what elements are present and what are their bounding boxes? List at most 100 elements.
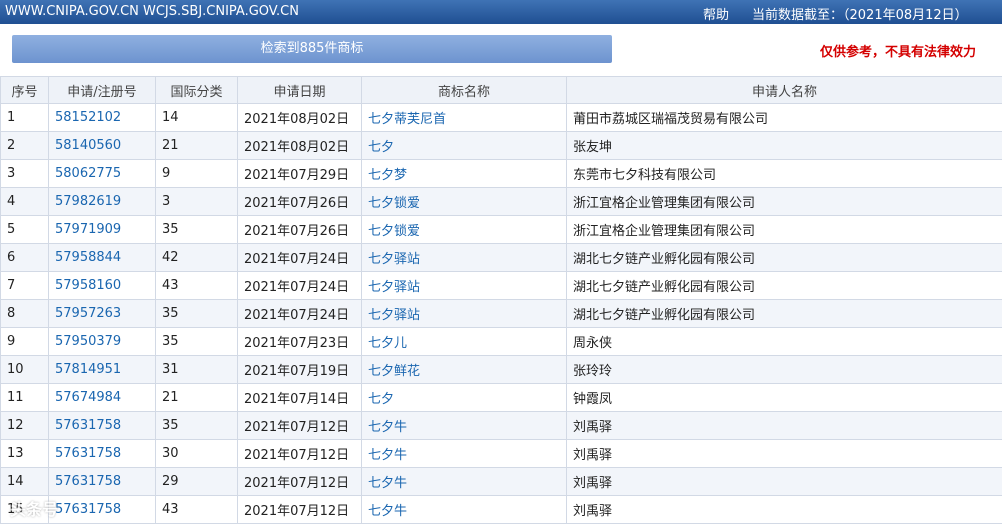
cell-class: 3 [155,187,238,216]
cell-class: 30 [155,439,238,468]
cell-applicant: 张玲玲 [566,355,1002,384]
cell-mark-name[interactable]: 七夕牛 [361,495,567,524]
cell-mark-name[interactable]: 七夕驿站 [361,243,567,272]
cell-reg-no[interactable]: 57950379 [48,327,156,356]
cell-date: 2021年07月24日 [237,271,362,300]
cell-applicant: 湖北七夕链产业孵化园有限公司 [566,271,1002,300]
col-header-reg-no: 申请/注册号 [48,76,156,104]
top-bar: WWW.CNIPA.GOV.CN WCJS.SBJ.CNIPA.GOV.CN 帮… [0,0,1002,24]
table-row: 9 57950379 35 2021年07月23日 七夕儿 周永侠 [0,327,1002,356]
table-row: 8 57957263 35 2021年07月24日 七夕驿站 湖北七夕链产业孵化园有限公司 [0,299,1002,328]
cell-index: 11 [0,383,49,412]
table-row: 6 57958844 42 2021年07月24日 七夕驿站 湖北七夕链产业孵化园有限公司 [0,243,1002,272]
cell-date: 2021年07月24日 [237,243,362,272]
cell-mark-name[interactable]: 七夕驿站 [361,271,567,300]
cell-mark-name[interactable]: 七夕鲜花 [361,355,567,384]
cell-reg-no[interactable]: 57958844 [48,243,156,272]
table-row: 7 57958160 43 2021年07月24日 七夕驿站 湖北七夕链产业孵化园有限公司 [0,271,1002,300]
cell-mark-name[interactable]: 七夕牛 [361,467,567,496]
cell-mark-name[interactable]: 七夕牛 [361,439,567,468]
col-header-class: 国际分类 [155,76,238,104]
cell-reg-no[interactable]: 58062775 [48,159,156,188]
cell-reg-no[interactable]: 57958160 [48,271,156,300]
table-row: 4 57982619 3 2021年07月26日 七夕锁爱 浙江宜格企业管理集团有限公司 [0,187,1002,216]
site-urls: WWW.CNIPA.GOV.CN WCJS.SBJ.CNIPA.GOV.CN [5,4,299,19]
table-row: 15 57631758 43 2021年07月12日 七夕牛 刘禹驿 [0,495,1002,524]
cell-date: 2021年07月26日 [237,215,362,244]
cell-index: 1 [0,103,49,132]
cell-reg-no[interactable]: 57814951 [48,355,156,384]
table-row: 2 58140560 21 2021年08月02日 七夕 张友坤 [0,131,1002,160]
cell-class: 35 [155,215,238,244]
cell-class: 29 [155,467,238,496]
cell-index: 10 [0,355,49,384]
cell-applicant: 周永侠 [566,327,1002,356]
cell-index: 14 [0,467,49,496]
cell-class: 21 [155,383,238,412]
cell-applicant: 东莞市七夕科技有限公司 [566,159,1002,188]
cell-date: 2021年07月26日 [237,187,362,216]
col-header-mark-name: 商标名称 [361,76,567,104]
cell-class: 9 [155,159,238,188]
cell-mark-name[interactable]: 七夕梦 [361,159,567,188]
result-count-bar[interactable]: 检索到885件商标 [12,35,612,63]
cell-index: 13 [0,439,49,468]
help-link[interactable]: 帮助 [703,4,729,23]
cell-applicant: 钟霞凤 [566,383,1002,412]
trademark-results-table: 序号 申请/注册号 国际分类 申请日期 商标名称 申请人名称 1 58152102… [0,76,1002,524]
cell-index: 15 [0,495,49,524]
cell-mark-name[interactable]: 七夕蒂芙尼首 [361,103,567,132]
cell-mark-name[interactable]: 七夕锁爱 [361,187,567,216]
table-row: 13 57631758 30 2021年07月12日 七夕牛 刘禹驿 [0,439,1002,468]
cell-date: 2021年07月12日 [237,495,362,524]
cell-class: 43 [155,271,238,300]
cell-mark-name[interactable]: 七夕 [361,131,567,160]
cell-date: 2021年08月02日 [237,131,362,160]
cell-reg-no[interactable]: 58152102 [48,103,156,132]
cell-date: 2021年07月23日 [237,327,362,356]
cell-mark-name[interactable]: 七夕驿站 [361,299,567,328]
table-row: 5 57971909 35 2021年07月26日 七夕锁爱 浙江宜格企业管理集团有限公司 [0,215,1002,244]
cell-reg-no[interactable]: 57971909 [48,215,156,244]
cell-date: 2021年08月02日 [237,103,362,132]
cell-reg-no[interactable]: 57631758 [48,439,156,468]
cell-reg-no[interactable]: 57631758 [48,411,156,440]
cell-reg-no[interactable]: 57631758 [48,467,156,496]
table-header-row: 序号 申请/注册号 国际分类 申请日期 商标名称 申请人名称 [0,76,1002,104]
cell-date: 2021年07月24日 [237,299,362,328]
cell-class: 35 [155,299,238,328]
cell-reg-no[interactable]: 58140560 [48,131,156,160]
table-row: 1 58152102 14 2021年08月02日 七夕蒂芙尼首 莆田市荔城区瑞福茂贸易有… [0,103,1002,132]
col-header-applicant: 申请人名称 [566,76,1002,104]
cell-class: 35 [155,327,238,356]
cell-date: 2021年07月29日 [237,159,362,188]
cell-reg-no[interactable]: 57631758 [48,495,156,524]
table-row: 12 57631758 35 2021年07月12日 七夕牛 刘禹驿 [0,411,1002,440]
cell-index: 12 [0,411,49,440]
cell-mark-name[interactable]: 七夕牛 [361,411,567,440]
table-row: 3 58062775 9 2021年07月29日 七夕梦 东莞市七夕科技有限公司 [0,159,1002,188]
cell-applicant: 张友坤 [566,131,1002,160]
cell-class: 42 [155,243,238,272]
cell-reg-no[interactable]: 57674984 [48,383,156,412]
cell-applicant: 浙江宜格企业管理集团有限公司 [566,215,1002,244]
cell-mark-name[interactable]: 七夕 [361,383,567,412]
cell-reg-no[interactable]: 57957263 [48,299,156,328]
cell-reg-no[interactable]: 57982619 [48,187,156,216]
cell-mark-name[interactable]: 七夕锁爱 [361,215,567,244]
cell-class: 43 [155,495,238,524]
cell-index: 5 [0,215,49,244]
cell-index: 6 [0,243,49,272]
data-as-of-date: 当前数据截至：（2021年08月12日） [752,8,968,23]
col-header-index: 序号 [0,76,49,104]
cell-class: 31 [155,355,238,384]
cell-class: 35 [155,411,238,440]
cell-mark-name[interactable]: 七夕儿 [361,327,567,356]
cell-index: 2 [0,131,49,160]
table-row: 11 57674984 21 2021年07月14日 七夕 钟霞凤 [0,383,1002,412]
col-header-date: 申请日期 [237,76,362,104]
cell-applicant: 莆田市荔城区瑞福茂贸易有限公司 [566,103,1002,132]
cell-date: 2021年07月12日 [237,467,362,496]
cell-date: 2021年07月12日 [237,439,362,468]
cell-applicant: 刘禹驿 [566,439,1002,468]
